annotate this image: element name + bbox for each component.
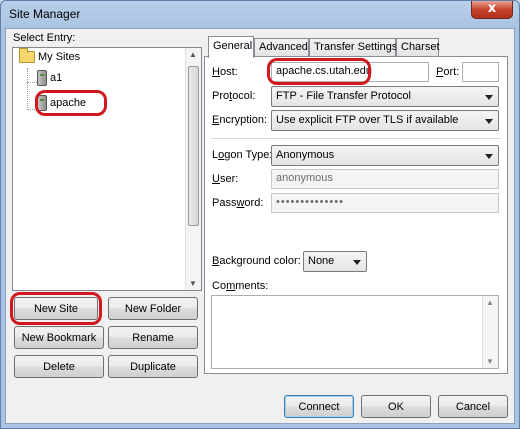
- scroll-down-icon[interactable]: ▼: [486, 357, 494, 366]
- comments-textarea[interactable]: ▲ ▼: [211, 295, 499, 369]
- folder-open-icon: [19, 48, 35, 63]
- password-input[interactable]: ••••••••••••••: [271, 193, 499, 213]
- user-input[interactable]: anonymous: [271, 169, 499, 189]
- logon-type-label: Logon Type:: [212, 149, 273, 161]
- tree-node-my-sites[interactable]: My Sites: [19, 48, 81, 63]
- duplicate-label: Duplicate: [130, 360, 176, 373]
- rename-button[interactable]: Rename: [108, 326, 198, 349]
- tree-scrollbar[interactable]: ▲ ▼: [185, 48, 201, 290]
- new-site-button[interactable]: New Site: [14, 297, 98, 320]
- background-color-label: Background color:: [212, 255, 301, 267]
- tree-node-label: apache: [50, 97, 87, 109]
- background-color-select[interactable]: None: [303, 251, 367, 272]
- connect-button[interactable]: Connect: [284, 395, 354, 418]
- site-manager-window: Site Manager x Select Entry: My Sites a1…: [0, 0, 520, 429]
- delete-button[interactable]: Delete: [14, 355, 104, 378]
- protocol-value: FTP - File Transfer Protocol: [276, 90, 411, 102]
- delete-label: Delete: [43, 360, 75, 373]
- protocol-label: Protocol:: [212, 90, 256, 102]
- site-tree[interactable]: My Sites a1 apache ▲ ▼: [12, 47, 202, 291]
- tree-node-a1[interactable]: a1: [37, 70, 62, 86]
- chevron-down-icon: [353, 260, 361, 265]
- port-label: Port:: [436, 66, 460, 78]
- new-folder-label: New Folder: [124, 302, 182, 315]
- host-label: Host:: [212, 66, 238, 78]
- scroll-down-icon[interactable]: ▼: [189, 279, 197, 288]
- port-input[interactable]: [462, 62, 499, 82]
- ok-button[interactable]: OK: [361, 395, 431, 418]
- tree-node-label: My Sites: [38, 51, 81, 63]
- host-input[interactable]: apache.cs.utah.edu: [271, 62, 429, 82]
- user-label: User:: [212, 173, 239, 185]
- tab-general[interactable]: General: [208, 36, 254, 58]
- title-bar: Site Manager x: [1, 1, 519, 27]
- ok-label: OK: [388, 400, 404, 413]
- cancel-label: Cancel: [455, 400, 491, 413]
- tab-advanced[interactable]: Advanced: [254, 38, 309, 57]
- logon-type-select[interactable]: Anonymous: [271, 145, 499, 166]
- logon-type-value: Anonymous: [276, 149, 335, 161]
- general-panel: Host: apache.cs.utah.edu Port: Protocol:…: [204, 56, 508, 374]
- comments-scrollbar[interactable]: ▲ ▼: [482, 296, 498, 368]
- new-site-label: New Site: [33, 302, 79, 315]
- password-label: Password:: [212, 197, 264, 209]
- tree-node-label: a1: [50, 72, 63, 84]
- cancel-button[interactable]: Cancel: [438, 395, 508, 418]
- scroll-thumb[interactable]: [188, 66, 199, 226]
- chevron-down-icon: [485, 154, 493, 159]
- tree-node-apache[interactable]: apache: [37, 95, 86, 111]
- window-title: Site Manager: [9, 7, 81, 21]
- scroll-up-icon[interactable]: ▲: [189, 50, 197, 59]
- divider: [211, 138, 501, 139]
- encryption-label: Encryption:: [212, 114, 268, 126]
- tab-charset[interactable]: Charset: [396, 38, 440, 57]
- duplicate-button[interactable]: Duplicate: [108, 355, 198, 378]
- rename-label: Rename: [132, 331, 174, 344]
- connect-label: Connect: [298, 400, 340, 413]
- server-icon: [37, 70, 47, 86]
- dialog-client-area: Select Entry: My Sites a1 apache ▲ ▼ New…: [5, 28, 515, 424]
- protocol-select[interactable]: FTP - File Transfer Protocol: [271, 86, 499, 107]
- new-bookmark-button[interactable]: New Bookmark: [14, 326, 104, 349]
- tab-transfer-settings[interactable]: Transfer Settings: [309, 38, 397, 57]
- server-icon: [37, 95, 47, 111]
- select-entry-label: Select Entry:: [13, 32, 76, 44]
- encryption-select[interactable]: Use explicit FTP over TLS if available: [271, 110, 499, 131]
- comments-label: Comments:: [212, 280, 269, 292]
- chevron-down-icon: [485, 119, 493, 124]
- encryption-value: Use explicit FTP over TLS if available: [276, 114, 459, 126]
- new-bookmark-label: New Bookmark: [21, 331, 97, 344]
- background-color-value: None: [308, 255, 335, 267]
- close-icon[interactable]: x: [471, 1, 513, 19]
- new-folder-button[interactable]: New Folder: [108, 297, 198, 320]
- chevron-down-icon: [485, 95, 493, 100]
- scroll-up-icon[interactable]: ▲: [486, 298, 494, 307]
